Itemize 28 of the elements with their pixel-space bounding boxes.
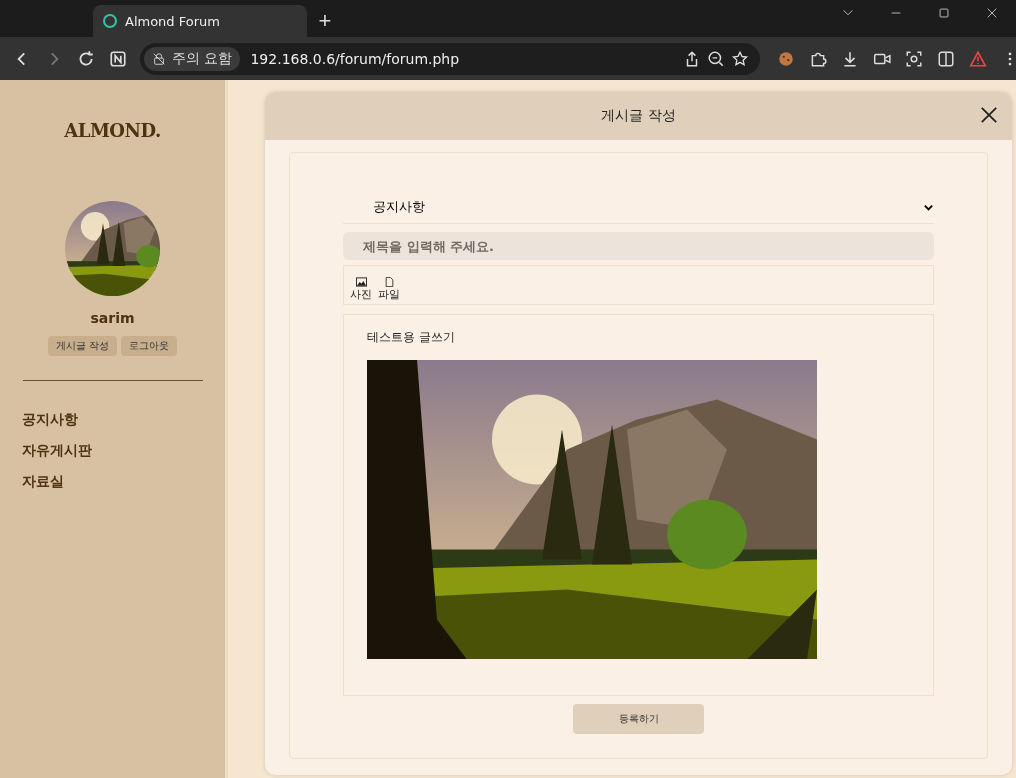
editor-area[interactable]: 테스트용 글쓰기 (343, 314, 934, 696)
sidebar-button[interactable]: 로그아웃 (121, 336, 178, 356)
close-icon[interactable] (980, 106, 998, 124)
image-icon (355, 277, 367, 287)
nav-link[interactable]: 공지사항 (22, 411, 78, 442)
body-text: 테스트용 글쓰기 (367, 329, 456, 346)
security-label: 주의 요함 (172, 49, 233, 68)
category-select[interactable]: 공지사항 (343, 191, 934, 224)
attach-button[interactable]: 사진 (350, 277, 372, 302)
tab-title: Almond Forum (125, 13, 220, 29)
security-chip[interactable]: 주의 요함 (144, 46, 241, 71)
almond-logo[interactable]: ALMOND. (64, 120, 161, 141)
circle-icon (103, 14, 117, 28)
sidebar-button[interactable]: 게시글 작성 (47, 336, 118, 356)
maximize-icon[interactable] (937, 5, 951, 20)
attach-button[interactable]: 파일 (378, 277, 400, 302)
address-bar[interactable]: 주의 요함 192.168.0.6/forum/forum.php (140, 42, 760, 75)
nav-link[interactable]: 자료실 (22, 473, 64, 504)
new-tab-button[interactable]: + (307, 5, 343, 37)
file-icon (383, 277, 395, 287)
username: sarim (90, 310, 135, 326)
url-text: 192.168.0.6/forum/forum.php (250, 50, 460, 67)
browser-tab[interactable]: Almond Forum (93, 5, 307, 37)
title-input[interactable]: 제목을 입력해 주세요. (343, 232, 934, 260)
modal-title: 게시글 작성 (601, 107, 676, 125)
nav-link[interactable]: 자유게시판 (22, 442, 92, 473)
warning-lock-icon (152, 51, 166, 66)
submit-button[interactable]: 등록하기 (573, 704, 704, 734)
